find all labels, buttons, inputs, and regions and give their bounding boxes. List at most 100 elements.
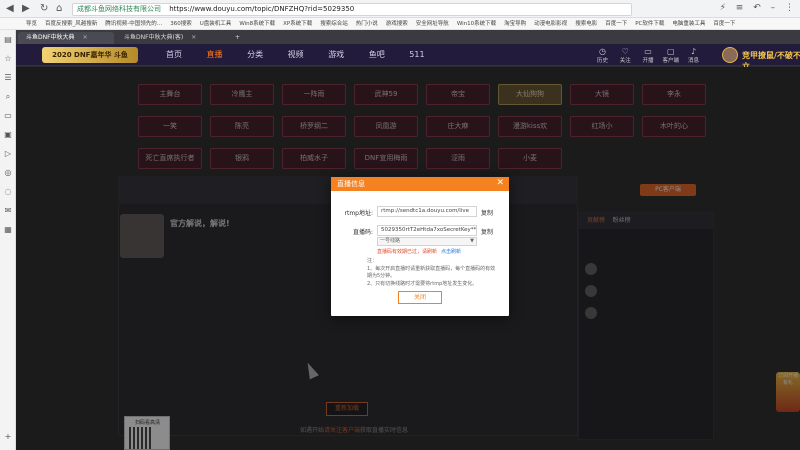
bookmark-item[interactable]: XP系统下载	[283, 21, 312, 27]
browser-toolbar-right: ⚡ ≡ ↶ – ⋮	[713, 3, 794, 13]
bookmark-item[interactable]: 导览	[26, 21, 37, 27]
tab-second[interactable]: 斗鱼DNF中秋大典(客) ✕	[116, 32, 232, 44]
sidebar-note-icon[interactable]: ▦	[0, 220, 16, 239]
line-select-value: 一号线路	[380, 238, 401, 244]
undo-icon[interactable]: ↶	[753, 3, 761, 13]
home-icon[interactable]: ⌂	[56, 3, 62, 14]
close-button[interactable]: 关闭	[398, 291, 442, 304]
tab-label: 斗鱼DNF中秋大典	[26, 34, 75, 41]
sidebar-box-icon[interactable]: ▣	[0, 125, 16, 144]
certificate-label: 成都斗鱼网络科技有限公司	[77, 5, 161, 13]
bookmark-item[interactable]: 热门小说	[356, 21, 378, 27]
site-header: 2020 DNF嘉年华 斗鱼 首页 直播 分类 视频 游戏 鱼吧 511 ◷ 历史…	[16, 44, 800, 71]
bookmark-item[interactable]: 动漫电影影视	[534, 21, 567, 27]
menu-icon[interactable]: ≡	[736, 3, 744, 13]
bookmark-item[interactable]: PC软件下载	[635, 21, 664, 27]
sidebar-list-icon[interactable]: ☰	[0, 68, 16, 87]
key-warning: 直播码有效期已过，请刷新 点击刷新	[377, 248, 461, 255]
refresh-link[interactable]: 点击刷新	[441, 249, 461, 255]
address-bar[interactable]: 成都斗鱼网络科技有限公司 https://www.douyu.com/topic…	[72, 3, 632, 16]
app-icon: ▢	[666, 47, 675, 56]
browser-titlebar: ◀ ▶ ↻ ⌂ 成都斗鱼网络科技有限公司 https://www.douyu.c…	[0, 0, 800, 18]
modal-header: 直播信息 ✕	[331, 177, 509, 191]
bookmark-item[interactable]: 搜索综合站	[320, 21, 348, 27]
rtmp-label: rtmp地址:	[344, 210, 374, 217]
bookmark-item[interactable]: 百度反搜索_风越搜新	[45, 21, 97, 27]
sidebar-add-icon[interactable]: +	[0, 427, 16, 446]
main-nav: 首页 直播 分类 视频 游戏 鱼吧 511	[166, 49, 447, 60]
bookmark-item[interactable]: U盘装机工具	[200, 21, 232, 27]
bookmark-item[interactable]: 百度一下	[605, 21, 627, 27]
nav-home[interactable]: 首页	[166, 50, 182, 59]
forward-icon[interactable]: ▶	[22, 3, 30, 14]
modal-title: 直播信息	[337, 180, 365, 188]
nav-game[interactable]: 游戏	[328, 50, 344, 59]
client-label: 客户端	[662, 58, 679, 64]
nav-fishbar[interactable]: 鱼吧	[369, 50, 385, 59]
notes-title: 注：	[367, 258, 378, 264]
bookmark-item[interactable]: 游戏搜索	[386, 21, 408, 27]
sidebar-doc-icon[interactable]: ▭	[0, 106, 16, 125]
url-text: https://www.douyu.com/topic/DNFZHQ?rid=5…	[169, 5, 355, 13]
bookmark-item[interactable]: Win10系统下载	[457, 21, 496, 27]
bookmark-item[interactable]: 腾讯视频-中国领先的…	[105, 21, 162, 27]
bookmarks-bar: 导览 百度反搜索_风越搜新 腾讯视频-中国领先的… 360搜索 U盘装机工具 Win8系统…	[0, 18, 800, 30]
new-tab-button[interactable]: +	[232, 32, 246, 44]
more-icon[interactable]: ⋮	[785, 3, 794, 13]
sidebar-search-icon[interactable]: ⌕	[0, 87, 16, 106]
bookmark-item[interactable]: 360搜索	[170, 21, 192, 27]
bookmark-item[interactable]: 淘宝导购	[504, 21, 526, 27]
stream-info-modal: 直播信息 ✕ rtmp地址: rtmp://sendtc1a.douyu.com…	[331, 177, 509, 316]
tab-bar: 斗鱼DNF中秋大典 ✕ 斗鱼DNF中秋大典(客) ✕ +	[16, 30, 800, 44]
bookmark-item[interactable]: Win8系统下载	[239, 21, 275, 27]
start-stream-button[interactable]: ▭ 开播	[640, 47, 657, 64]
tab-label: 斗鱼DNF中秋大典(客)	[124, 34, 184, 41]
copy-rtmp-button[interactable]: 复制	[481, 208, 493, 217]
sidebar-star-icon[interactable]: ☆	[0, 49, 16, 68]
stream-key-label: 直播码:	[352, 229, 373, 236]
tab-active[interactable]: 斗鱼DNF中秋大典 ✕	[18, 32, 114, 44]
user-area[interactable]: 竞甲撩鼠/不破不立	[722, 47, 800, 71]
bookmark-item[interactable]: 搜索电影	[575, 21, 597, 27]
sidebar-trash-icon[interactable]: ▥	[0, 446, 16, 450]
message-label: 消息	[687, 58, 699, 64]
history-button[interactable]: ◷ 历史	[594, 47, 611, 64]
header-icons: ◷ 历史 ♡ 关注 ▭ 开播 ▢ 客户端 ♪ 消息	[594, 47, 706, 64]
browser-sidebar: ▤ ☆ ☰ ⌕ ▭ ▣ ▷ ◎ ◌ ✉ ▦ + ▥	[0, 30, 16, 450]
close-icon[interactable]: ✕	[191, 34, 196, 41]
bookmark-item[interactable]: 电脑重装工具	[672, 21, 705, 27]
sidebar-play-icon[interactable]: ▷	[0, 144, 16, 163]
site-logo[interactable]: 2020 DNF嘉年华 斗鱼	[42, 47, 138, 63]
sidebar-game-icon[interactable]: ◎	[0, 163, 16, 182]
star-icon: ♡	[621, 47, 629, 56]
message-button[interactable]: ♪ 消息	[685, 47, 702, 64]
client-button[interactable]: ▢ 客户端	[662, 47, 679, 64]
nav-live[interactable]: 直播	[207, 50, 223, 59]
rtmp-address-field[interactable]: rtmp://sendtc1a.douyu.com/live	[377, 206, 477, 217]
back-icon[interactable]: ◀	[6, 3, 14, 14]
sidebar-mail-icon[interactable]: ✉	[0, 201, 16, 220]
sidebar-chat-icon[interactable]: ◌	[0, 182, 16, 201]
nav-511[interactable]: 511	[409, 50, 424, 59]
close-icon[interactable]: ✕	[83, 34, 88, 41]
refresh-icon[interactable]: ↻	[40, 3, 48, 14]
avatar[interactable]	[722, 47, 738, 63]
bell-icon: ♪	[690, 47, 697, 56]
minimize-icon[interactable]: –	[771, 3, 776, 13]
video-icon: ▭	[644, 47, 652, 56]
sidebar-panel-icon[interactable]: ▤	[0, 30, 16, 49]
follow-button[interactable]: ♡ 关注	[617, 47, 634, 64]
close-icon[interactable]: ✕	[496, 177, 504, 190]
note-item: 2、只有切换线路时才需要将rtmp地址发生变化。	[367, 280, 478, 287]
start-stream-label: 开播	[642, 58, 654, 64]
lightning-icon[interactable]: ⚡	[720, 3, 726, 13]
nav-category[interactable]: 分类	[247, 50, 263, 59]
nav-video[interactable]: 视频	[288, 50, 304, 59]
bookmark-item[interactable]: 百度一下	[713, 21, 735, 27]
stream-key-field[interactable]: 5029350rtT2eHtda7xoSecretKey************…	[377, 225, 477, 236]
copy-key-button[interactable]: 复制	[481, 227, 493, 236]
bookmark-item[interactable]: 安全网址导航	[416, 21, 449, 27]
line-select[interactable]: 一号线路 ▼	[377, 237, 477, 246]
clock-icon: ◷	[599, 47, 606, 56]
notes: 注： 1、每次开启直播时请重新获取直播码，每个直播码的有效期为5分钟。 2、只有…	[367, 258, 497, 288]
